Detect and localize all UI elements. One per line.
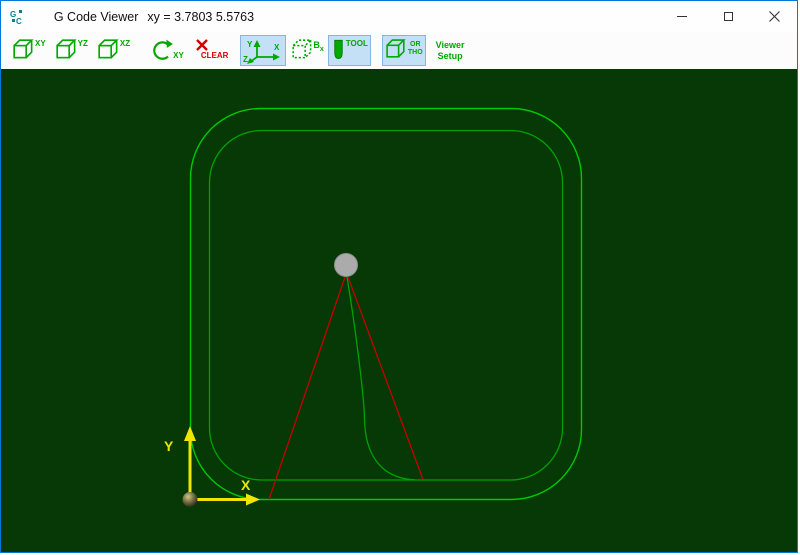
tool-position-marker — [335, 254, 358, 277]
clear-x-icon — [195, 38, 209, 52]
axes-icon: Y X Z — [243, 38, 283, 64]
view-xy-button[interactable]: XY — [9, 35, 49, 66]
view-yz-label: YZ — [78, 40, 88, 48]
rotate-xy-label: XY — [173, 52, 184, 60]
viewer-setup-button[interactable]: Viewer Setup — [434, 35, 467, 66]
ortho-cube-icon — [385, 38, 408, 61]
axes-z-label: Z — [243, 55, 248, 64]
view-xz-label: XZ — [120, 40, 130, 48]
close-button[interactable] — [751, 1, 797, 32]
clear-label: CLEAR — [201, 52, 229, 60]
minimize-icon — [677, 16, 687, 17]
toolpath-view: Y X — [1, 69, 798, 553]
window-title: G Code Viewer xy = 3.7803 5.5763 — [33, 0, 254, 38]
maximize-icon — [724, 12, 733, 21]
view-xz-button[interactable]: XZ — [94, 35, 133, 66]
gcode-viewer-window: G C G Code Viewer xy = 3.7803 5.5763 — [0, 0, 798, 553]
svg-text:C: C — [16, 17, 22, 25]
x-axis-label: X — [241, 477, 251, 493]
viewport[interactable]: Y X — [1, 69, 798, 553]
toolbar: XY YZ XZ — [1, 32, 797, 69]
axes-x-label: X — [274, 43, 280, 52]
clear-button[interactable]: CLEAR — [192, 35, 232, 66]
cube-xy-icon — [12, 38, 36, 62]
dashed-cube-icon — [291, 38, 315, 62]
app-icon: G C — [10, 9, 26, 25]
tool-label: TOOL — [346, 40, 368, 48]
ortho-toggle-button[interactable]: OR THO — [382, 35, 426, 66]
tool-icon — [331, 38, 346, 62]
box-label: Bx — [313, 40, 323, 53]
app-name: G Code Viewer — [54, 10, 139, 24]
close-icon — [769, 11, 780, 22]
title-bar: G C G Code Viewer xy = 3.7803 5.5763 — [1, 1, 797, 32]
window-controls — [659, 1, 797, 32]
bounding-box-button[interactable]: Bx — [288, 35, 326, 66]
coordinate-readout: xy = 3.7803 5.5763 — [147, 10, 254, 24]
ortho-label: OR THO — [408, 41, 423, 57]
origin-sphere — [183, 492, 198, 507]
cube-xz-icon — [97, 38, 121, 62]
view-xy-label: XY — [35, 40, 46, 48]
cube-yz-icon — [55, 38, 79, 62]
axes-y-label: Y — [247, 40, 253, 49]
minimize-button[interactable] — [659, 1, 705, 32]
axes-toggle-button[interactable]: Y X Z — [240, 35, 286, 66]
tool-toggle-button[interactable]: TOOL — [328, 35, 371, 66]
rotate-xy-button[interactable]: XY — [147, 35, 187, 66]
view-yz-button[interactable]: YZ — [52, 35, 91, 66]
maximize-button[interactable] — [705, 1, 751, 32]
y-axis-label: Y — [164, 438, 174, 454]
rotate-icon — [150, 38, 174, 62]
